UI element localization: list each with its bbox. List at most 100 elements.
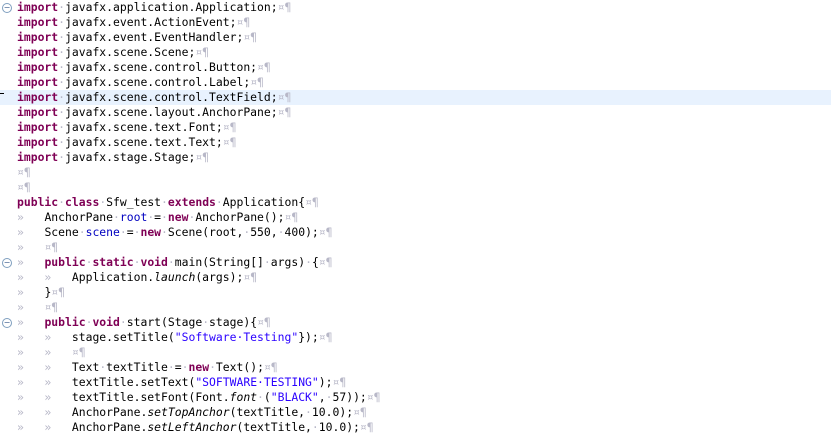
field-token: root — [119, 210, 148, 224]
code-line[interactable]: import·javafx.event.ActionEvent;¤¶ — [0, 15, 831, 30]
code-line[interactable]: import·javafx.scene.control.Label;¤¶ — [0, 75, 831, 90]
code-token: javafx.stage.Stage; — [65, 150, 196, 164]
code-line-text: ¤¶ — [17, 165, 31, 180]
whitespace-marker: ¤¶ — [366, 390, 381, 404]
string-token: "BLACK" — [270, 390, 319, 404]
code-line[interactable]: » » ¤¶ — [0, 345, 831, 360]
code-line[interactable]: » » textTitle.setFont(Font.font·("BLACK"… — [0, 390, 831, 405]
keyword-token: public — [44, 315, 86, 329]
code-line[interactable]: public·class·Sfw_test·extends·Applicatio… — [0, 195, 831, 210]
code-line-text: import·javafx.event.ActionEvent;¤¶ — [17, 15, 250, 30]
keyword-token: new — [188, 360, 210, 374]
code-line-text: import·javafx.application.Application;¤¶ — [17, 0, 291, 15]
code-token: Application{ — [222, 195, 306, 209]
code-token: Sfw_test — [106, 195, 162, 209]
code-token: (textTitle, — [236, 420, 312, 434]
code-line-text: » » textTitle.setFont(Font.font·("BLACK"… — [17, 390, 381, 405]
code-token: javafx.scene.control.Button; — [65, 60, 258, 74]
code-line[interactable]: » » Text·textTitle·=·new·Text();¤¶ — [0, 360, 831, 375]
whitespace-marker: · — [161, 195, 168, 209]
whitespace-marker: · — [305, 255, 312, 269]
code-line-text: import·javafx.event.EventHandler;¤¶ — [17, 30, 257, 45]
code-line[interactable]: import·javafx.scene.control.Button;¤¶ — [0, 60, 831, 75]
code-line[interactable]: » » AnchorPane.setTopAnchor(textTitle,·1… — [0, 405, 831, 420]
code-line[interactable]: import·javafx.scene.Scene;¤¶ — [0, 45, 831, 60]
keyword-token: import — [17, 90, 59, 104]
code-line[interactable]: » ¤¶ — [0, 240, 831, 255]
keyword-token: class — [65, 195, 100, 209]
code-line[interactable]: import·javafx.stage.Stage;¤¶ — [0, 150, 831, 165]
code-line[interactable]: » » Application.launch(args);¤¶ — [0, 270, 831, 285]
code-token: javafx.event.EventHandler; — [65, 30, 244, 44]
whitespace-marker: » — [17, 255, 45, 269]
code-line[interactable]: ¤¶ — [0, 180, 831, 195]
code-line[interactable]: − import·javafx.application.Application;¤… — [0, 0, 831, 15]
code-token: stage.setTitle( — [71, 330, 175, 344]
fold-collapse-icon[interactable]: − — [2, 318, 12, 328]
code-line[interactable]: » ¤¶ — [0, 300, 831, 315]
fold-collapse-icon[interactable]: − — [2, 3, 12, 13]
whitespace-marker: ¤¶ — [277, 90, 292, 104]
code-line[interactable]: −» public·void·start(Stage·stage){¤¶ — [0, 315, 831, 330]
code-token: = — [126, 225, 134, 239]
code-line[interactable]: import·javafx.scene.control.TextField;¤¶ — [0, 90, 831, 105]
whitespace-marker: ¤¶ — [250, 75, 264, 89]
keyword-token: import — [17, 105, 59, 119]
whitespace-marker: ¤¶ — [222, 120, 237, 134]
code-line-text: import·javafx.scene.Scene;¤¶ — [17, 45, 209, 60]
code-line[interactable]: » AnchorPane·root·=·new·AnchorPane();¤¶ — [0, 210, 831, 225]
code-token: args) — [270, 255, 306, 269]
code-line-text: » » textTitle.setText("SOFTWARE·TESTING"… — [17, 375, 346, 390]
code-line[interactable]: import·javafx.scene.layout.AnchorPane;¤¶ — [0, 105, 831, 120]
code-line[interactable]: import·javafx.event.EventHandler;¤¶ — [0, 30, 831, 45]
code-token: Application. — [71, 270, 155, 284]
code-token: = — [174, 360, 182, 374]
whitespace-marker: ¤¶ — [243, 270, 258, 284]
code-line-text: » ¤¶ — [17, 240, 58, 255]
whitespace-marker: · — [58, 0, 66, 14]
whitespace-marker: · — [161, 225, 168, 239]
whitespace-marker: ¤¶ — [318, 225, 333, 239]
code-editor[interactable]: − import·javafx.application.Application;¤… — [0, 0, 831, 436]
code-token: AnchorPane(); — [195, 210, 285, 224]
code-line-text: » ¤¶ — [17, 300, 58, 315]
code-token: javafx.scene.Scene; — [65, 45, 196, 59]
whitespace-marker: · — [215, 195, 223, 209]
code-token: launch — [154, 270, 196, 284]
code-token: setLeftAnchor — [147, 420, 237, 434]
code-line[interactable]: » » stage.setTitle("Software·Testing"});… — [0, 330, 831, 345]
code-line[interactable]: import·javafx.scene.text.Font;¤¶ — [0, 120, 831, 135]
code-token: textTitle.setText( — [71, 375, 196, 389]
code-token: javafx.scene.control.Label; — [65, 75, 251, 89]
keyword-token: new — [167, 210, 189, 224]
whitespace-marker: · — [167, 255, 175, 269]
code-line[interactable]: ¤¶ — [0, 165, 831, 180]
whitespace-marker: · — [119, 315, 127, 329]
whitespace-marker: » — [17, 285, 45, 299]
code-line[interactable]: import·javafx.scene.text.Text;¤¶ — [0, 135, 831, 150]
whitespace-marker: » — [17, 210, 45, 224]
keyword-token: import — [17, 15, 59, 29]
whitespace-marker: · — [58, 15, 66, 29]
code-token: Text(); — [215, 360, 264, 374]
code-line-text: » » ¤¶ — [17, 345, 86, 360]
whitespace-marker: · — [58, 105, 66, 119]
code-line[interactable]: » Scene·scene·=·new·Scene(root,·550,·400… — [0, 225, 831, 240]
keyword-token: import — [17, 150, 59, 164]
code-line[interactable]: » » textTitle.setText("SOFTWARE·TESTING"… — [0, 375, 831, 390]
keyword-token: import — [17, 45, 59, 59]
code-token: ( — [263, 390, 271, 404]
whitespace-marker: ¤¶ — [277, 0, 292, 14]
keyword-token: import — [17, 60, 59, 74]
whitespace-marker: ¤¶ — [257, 315, 271, 329]
code-line-text: import·javafx.scene.control.TextField;¤¶ — [17, 90, 291, 105]
whitespace-marker: · — [58, 150, 66, 164]
fold-collapse-icon[interactable]: − — [2, 258, 12, 268]
code-line[interactable]: −» public·static·void·main(String[]·args… — [0, 255, 831, 270]
whitespace-marker: · — [119, 225, 127, 239]
whitespace-marker: » — [17, 240, 45, 254]
code-line[interactable]: » }¤¶ — [0, 285, 831, 300]
code-line[interactable]: » » AnchorPane.setLeftAnchor(textTitle,·… — [0, 420, 831, 435]
code-line-text: import·javafx.scene.control.Button;¤¶ — [17, 60, 271, 75]
code-token: main(String[] — [174, 255, 264, 269]
